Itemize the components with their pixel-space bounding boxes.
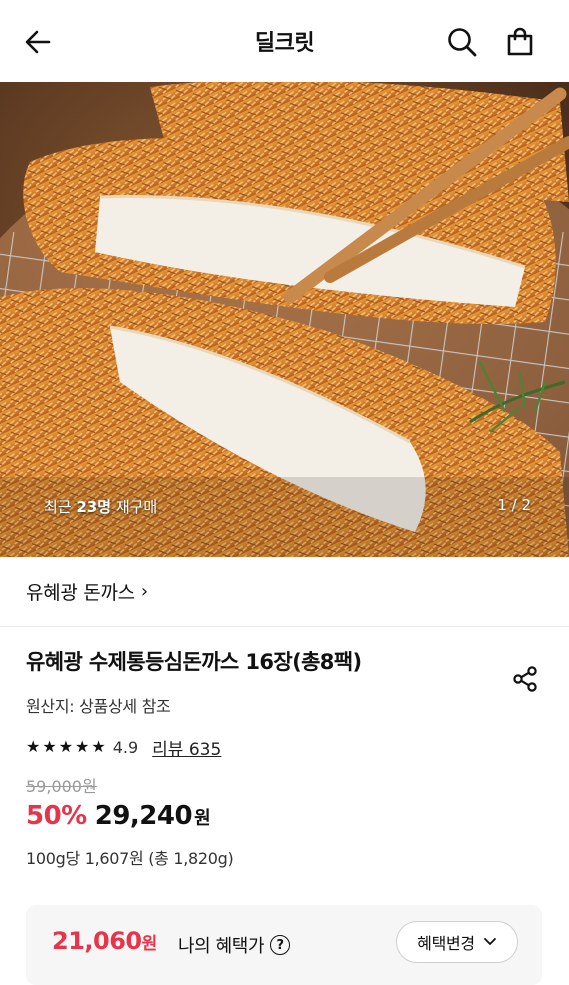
cart-button[interactable] <box>500 22 540 62</box>
star-icon: ★ <box>58 737 74 756</box>
image-pager: 1 / 2 <box>497 496 531 514</box>
reviews-link[interactable]: 리뷰 635 <box>152 735 221 760</box>
shopping-bag-icon <box>507 27 533 56</box>
origin-info: 원산지: 상품상세 참조 <box>26 697 171 716</box>
price-row: 50% 29,240 원 <box>26 801 543 831</box>
price-currency: 원 <box>194 808 211 829</box>
star-icon: ★ <box>42 737 57 756</box>
arrow-left-icon <box>25 30 51 54</box>
brand-name: 유혜광 돈까스 <box>26 582 135 604</box>
benefit-label-text: 나의 혜택가 <box>178 936 265 957</box>
rating-value: 4.9 <box>112 737 139 757</box>
change-benefit-button[interactable]: 혜택변경 <box>396 921 518 963</box>
product-image-carousel[interactable]: 최근 23명 재구매 1 / 2 <box>0 82 569 557</box>
unit-price: 100g당 1,607원 (총 1,820g) <box>26 849 234 868</box>
my-benefit-box: 21,060원 나의 혜택가 ? 혜택변경 <box>26 905 542 985</box>
star-icon: ★ <box>75 737 90 756</box>
help-icon[interactable]: ? <box>270 935 291 955</box>
product-name: 유혜광 수제통등심돈까스 16장(총8팩) <box>26 650 362 674</box>
benefit-price-value: 21,060 <box>52 927 142 955</box>
discount-rate: 50% <box>26 801 87 831</box>
page-title: 딜크릿 <box>254 31 315 56</box>
chevron-right-icon: › <box>140 581 148 602</box>
brand-link[interactable]: 유혜광 돈까스 › <box>0 557 569 627</box>
rating-row: ★ ★ ★ ★ ★ 4.9 리뷰 635 <box>26 735 543 760</box>
sale-price: 29,240 <box>94 801 193 831</box>
back-button[interactable] <box>20 24 56 60</box>
repurchase-count: 23명 <box>76 498 112 516</box>
star-icon: ★ <box>26 737 41 756</box>
product-info: 유혜광 수제통등심돈까스 16장(총8팩) 원산지: 상품상세 참조 ★ ★ ★… <box>0 647 569 869</box>
change-benefit-label: 혜택변경 <box>417 934 475 953</box>
chevron-down-icon <box>483 938 496 946</box>
benefit-price-currency: 원 <box>141 934 158 954</box>
search-icon <box>448 28 477 57</box>
repurchase-prefix: 최근 <box>44 498 77 516</box>
top-app-bar: 딜크릿 <box>0 0 569 82</box>
benefit-price: 21,060원 <box>52 927 157 955</box>
share-button[interactable] <box>509 663 541 695</box>
share-icon <box>513 666 537 692</box>
original-price: 59,000원 <box>26 777 97 796</box>
repurchase-count-label: 최근 23명 재구매 <box>44 496 157 517</box>
repurchase-suffix: 재구매 <box>111 498 158 516</box>
product-photo <box>0 82 569 557</box>
benefit-label: 나의 혜택가 ? <box>178 932 291 958</box>
search-button[interactable] <box>442 22 482 62</box>
star-icon: ★ <box>91 737 106 756</box>
star-rating: ★ ★ ★ ★ ★ <box>26 739 106 755</box>
